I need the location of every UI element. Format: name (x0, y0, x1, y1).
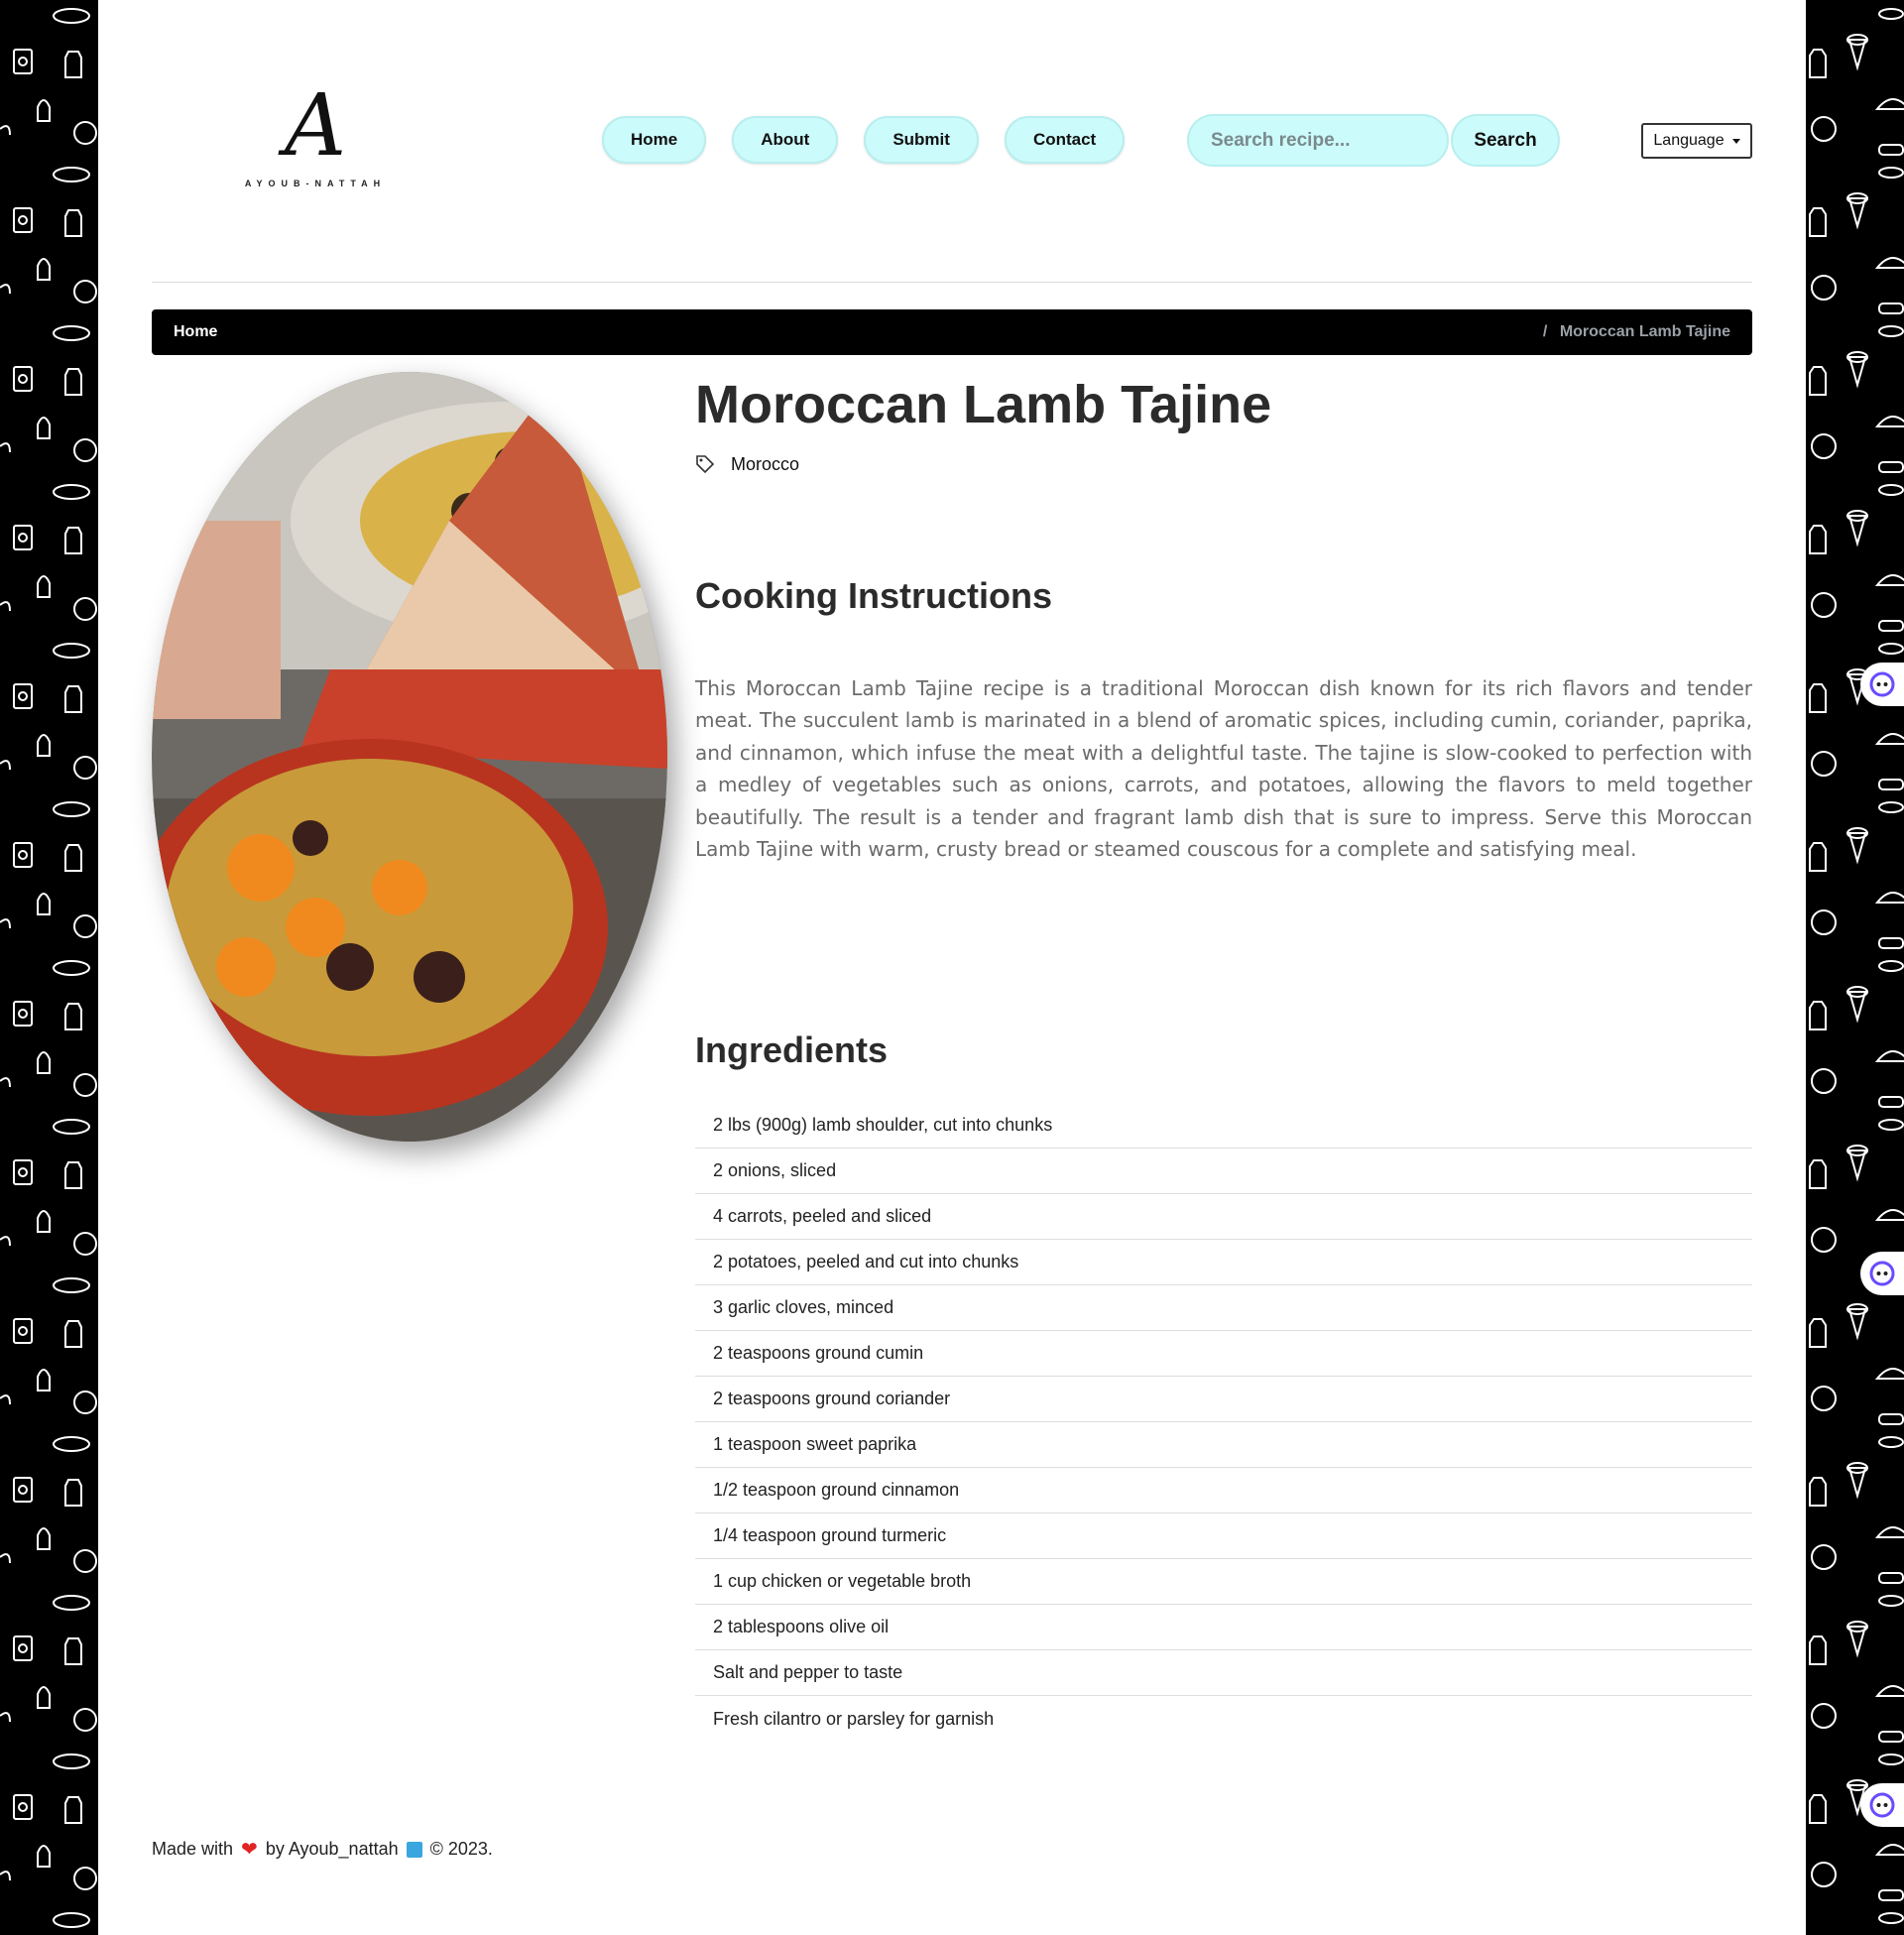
ingredient-item: 1/2 teaspoon ground cinnamon (695, 1468, 1752, 1513)
ingredient-item: Fresh cilantro or parsley for garnish (713, 1708, 995, 1729)
language-label: Language (1653, 132, 1725, 149)
footer-made-with: Made with (152, 1839, 234, 1859)
main-nav: Home About Submit Contact (602, 116, 1126, 164)
recipe-title: Moroccan Lamb Tajine (695, 375, 1272, 434)
assistant-button[interactable] (1860, 1252, 1904, 1295)
instructions-text: This Moroccan Lamb Tajine recipe is a tr… (695, 676, 1752, 862)
breadcrumb-separator: / (1542, 323, 1548, 340)
logo-mark: A (284, 76, 347, 176)
ingredient-item: 3 garlic cloves, minced (695, 1285, 1752, 1331)
recipe-tag: Morocco (695, 450, 1752, 478)
ingredient-item: Salt and pepper to taste (695, 1650, 1752, 1696)
instructions-heading: Cooking Instructions (695, 575, 1052, 616)
ingredient-item: 2 lbs (900g) lamb shoulder, cut into chu… (695, 1103, 1752, 1149)
logo-text: AYOUB-NATTAH (244, 179, 387, 188)
assistant-button[interactable] (1860, 1783, 1904, 1827)
ingredient-item: 4 carrots, peeled and sliced (695, 1194, 1752, 1240)
footer-copyright: © 2023. (429, 1839, 493, 1859)
site-logo[interactable]: A AYOUB-NATTAH (231, 79, 400, 198)
ingredient-item: 2 potatoes, peeled and cut into chunks (695, 1240, 1752, 1285)
search-form: Search (1187, 114, 1560, 167)
tag-icon (696, 455, 715, 474)
recipe-image (152, 372, 667, 1142)
breadcrumb: Home / Moroccan Lamb Tajine (152, 309, 1752, 355)
book-icon (406, 1841, 422, 1858)
heart-icon: ❤ (241, 1839, 258, 1861)
breadcrumb-current-wrap: / Moroccan Lamb Tajine (1543, 323, 1730, 341)
ingredient-item: 2 onions, sliced (695, 1149, 1752, 1194)
recipe-tag-label[interactable]: Morocco (731, 454, 799, 475)
breadcrumb-home-link[interactable]: Home (174, 323, 217, 341)
nav-about-button[interactable]: About (732, 116, 839, 164)
ingredient-item: 2 teaspoons ground cumin (695, 1331, 1752, 1377)
caret-down-icon (1731, 138, 1740, 144)
breadcrumb-current: Moroccan Lamb Tajine (1559, 323, 1730, 340)
tajine-illustration (152, 372, 667, 1142)
ingredients-heading: Ingredients (695, 1029, 889, 1070)
search-input[interactable] (1187, 114, 1449, 167)
ingredient-item: 1 cup chicken or vegetable broth (695, 1559, 1752, 1605)
ingredient-item: 1/4 teaspoon ground turmeric (695, 1513, 1752, 1559)
assistant-icon (1869, 1792, 1895, 1818)
assistant-icon (1869, 671, 1895, 697)
recipe-content: Moroccan Lamb Tajine Morocco Cooking Ins… (695, 367, 1752, 1729)
footer-author: by Ayoub_nattah (265, 1839, 399, 1859)
ingredient-item: 2 teaspoons ground coriander (695, 1377, 1752, 1422)
language-dropdown[interactable]: Language (1641, 123, 1752, 159)
ingredients-list: 2 lbs (900g) lamb shoulder, cut into chu… (695, 1103, 1752, 1742)
search-button[interactable]: Search (1451, 114, 1560, 167)
assistant-icon (1869, 1261, 1895, 1286)
nav-submit-button[interactable]: Submit (864, 116, 979, 164)
site-footer: Made with ❤ by Ayoub_nattah © 2023. (152, 1837, 493, 1862)
ingredient-item: 1 teaspoon sweet paprika (695, 1422, 1752, 1468)
site-header: A AYOUB-NATTAH Home About Submit Contact… (152, 0, 1752, 283)
right-food-pattern (1806, 0, 1904, 1935)
nav-contact-button[interactable]: Contact (1004, 116, 1126, 164)
page: A AYOUB-NATTAH Home About Submit Contact… (98, 0, 1806, 1935)
ingredient-item: 2 tablespoons olive oil (695, 1605, 1752, 1650)
assistant-button[interactable] (1860, 663, 1904, 706)
nav-home-button[interactable]: Home (602, 116, 707, 164)
left-food-pattern (0, 0, 98, 1935)
